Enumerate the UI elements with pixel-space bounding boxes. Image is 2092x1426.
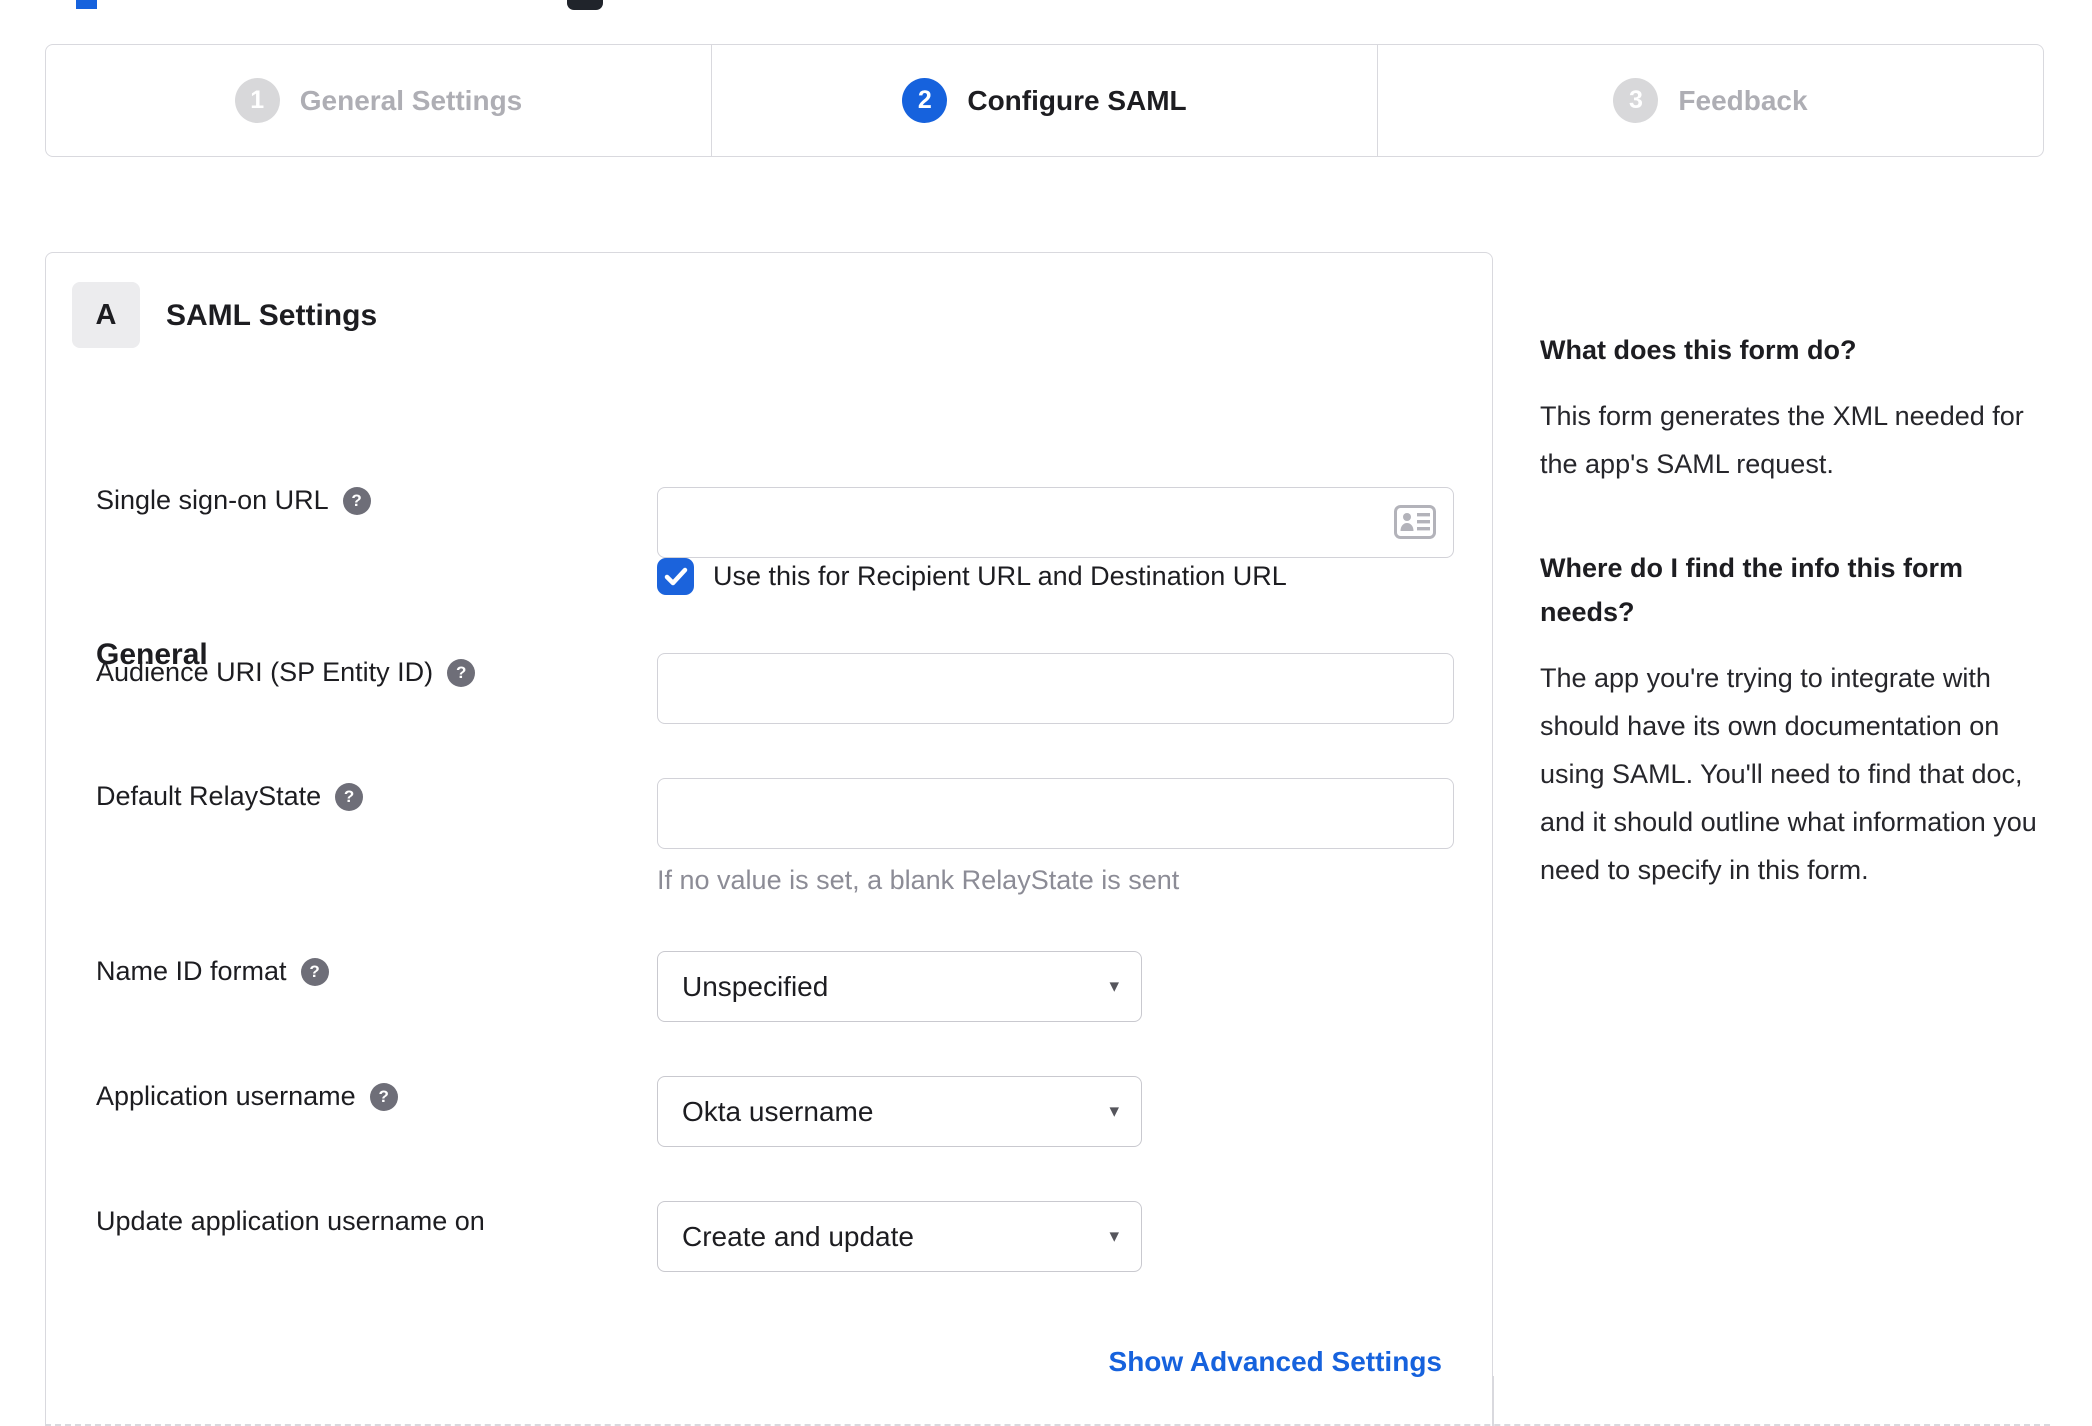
step-general-settings[interactable]: 1 General Settings bbox=[46, 45, 711, 156]
field-label-text: Update application username on bbox=[96, 1206, 485, 1236]
sso-url-input-wrap bbox=[657, 487, 1454, 558]
help-icon[interactable]: ? bbox=[335, 782, 364, 811]
logo-fragment bbox=[76, 0, 97, 9]
step-number-badge: 3 bbox=[1613, 78, 1659, 123]
field-label-text: Name ID format bbox=[96, 956, 287, 986]
sso-url-label: Single sign-on URL ? bbox=[96, 485, 371, 516]
help-question-2: Where do I find the info this form needs… bbox=[1540, 553, 1963, 627]
chevron-down-icon: ▾ bbox=[1109, 1226, 1119, 1247]
checkmark-icon bbox=[664, 567, 687, 585]
update-username-select[interactable]: Create and update ▾ bbox=[657, 1201, 1142, 1272]
step-feedback[interactable]: 3 Feedback bbox=[1377, 45, 2043, 156]
recipient-url-checkbox-label[interactable]: Use this for Recipient URL and Destinati… bbox=[713, 561, 1287, 592]
relaystate-input[interactable] bbox=[657, 778, 1454, 849]
update-username-label: Update application username on bbox=[96, 1206, 485, 1237]
audience-uri-label: Audience URI (SP Entity ID) ? bbox=[96, 657, 476, 688]
select-value: Create and update bbox=[682, 1220, 914, 1252]
panel-right-border-extension bbox=[1493, 1376, 1494, 1426]
app-username-select[interactable]: Okta username ▾ bbox=[657, 1076, 1142, 1147]
audience-uri-input[interactable] bbox=[657, 653, 1454, 724]
step-label: Feedback bbox=[1678, 84, 1808, 116]
select-value: Okta username bbox=[682, 1095, 874, 1127]
audience-uri-input-wrap bbox=[657, 653, 1454, 724]
wizard-stepper: 1 General Settings 2 Configure SAML 3 Fe… bbox=[45, 44, 2044, 157]
help-icon[interactable]: ? bbox=[300, 957, 329, 986]
sso-url-input[interactable] bbox=[657, 487, 1454, 558]
chevron-down-icon: ▾ bbox=[1109, 976, 1119, 997]
chevron-down-icon: ▾ bbox=[1109, 1101, 1119, 1122]
help-answer-1: This form generates the XML needed for t… bbox=[1540, 401, 2024, 479]
app-username-label: Application username ? bbox=[96, 1081, 398, 1112]
help-sidebar: What does this form do? This form genera… bbox=[1540, 328, 2056, 894]
panel-title: SAML Settings bbox=[166, 299, 378, 332]
step-label: Configure SAML bbox=[967, 84, 1187, 116]
header-glyph-fragment bbox=[567, 0, 603, 10]
show-advanced-settings-link[interactable]: Show Advanced Settings bbox=[1109, 1346, 1442, 1378]
help-icon[interactable]: ? bbox=[369, 1082, 398, 1111]
help-answer-2: The app you're trying to integrate with … bbox=[1540, 663, 2037, 885]
saml-settings-panel: A SAML Settings General Single sign-on U… bbox=[45, 252, 1493, 1426]
step-number-badge: 1 bbox=[234, 78, 280, 123]
field-label-text: Audience URI (SP Entity ID) bbox=[96, 657, 434, 687]
step-configure-saml[interactable]: 2 Configure SAML bbox=[711, 45, 1377, 156]
select-value: Unspecified bbox=[682, 970, 829, 1002]
field-label-text: Single sign-on URL bbox=[96, 485, 329, 515]
contact-card-icon bbox=[1394, 505, 1436, 544]
section-a-badge: A bbox=[72, 282, 140, 348]
step-number-badge: 2 bbox=[902, 78, 948, 123]
relaystate-input-wrap bbox=[657, 778, 1454, 849]
step-label: General Settings bbox=[299, 84, 523, 116]
help-icon[interactable]: ? bbox=[342, 486, 371, 515]
relaystate-label: Default RelayState ? bbox=[96, 781, 364, 812]
recipient-url-checkbox[interactable] bbox=[657, 558, 694, 595]
name-id-format-select[interactable]: Unspecified ▾ bbox=[657, 951, 1142, 1022]
field-label-text: Application username bbox=[96, 1081, 356, 1111]
help-question-1: What does this form do? bbox=[1540, 335, 1857, 365]
field-label-text: Default RelayState bbox=[96, 781, 322, 811]
name-id-format-label: Name ID format ? bbox=[96, 956, 329, 987]
help-icon[interactable]: ? bbox=[447, 658, 476, 687]
relaystate-hint: If no value is set, a blank RelayState i… bbox=[657, 865, 1180, 895]
